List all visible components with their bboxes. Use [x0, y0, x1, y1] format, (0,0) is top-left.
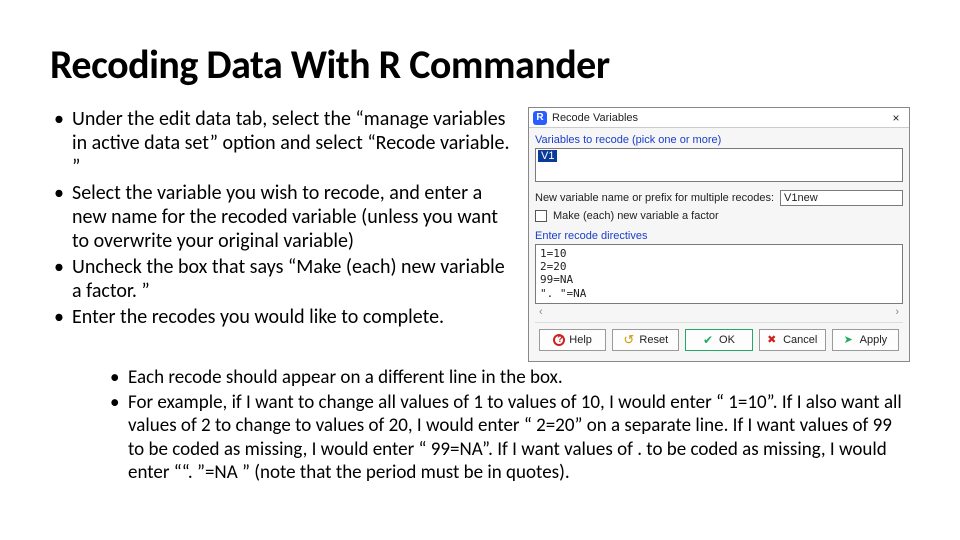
cancel-icon	[767, 334, 779, 346]
sub-bullets: Each recode should appear on a different…	[50, 366, 910, 484]
new-name-value: V1new	[784, 192, 818, 204]
selected-variable[interactable]: V1	[538, 150, 557, 162]
recode-dialog: R Recode Variables × Variables to recode…	[528, 107, 910, 362]
variables-listbox[interactable]: V1	[535, 148, 903, 182]
ok-icon	[703, 334, 715, 346]
dialog-title: Recode Variables	[552, 112, 638, 124]
r-logo-icon: R	[533, 111, 547, 125]
apply-icon	[844, 334, 856, 346]
scroll-left-icon[interactable]: ‹	[539, 306, 543, 318]
close-icon[interactable]: ×	[887, 111, 905, 125]
scroll-right-icon[interactable]: ›	[895, 306, 899, 318]
bullet-item: Under the edit data tab, select the “man…	[50, 107, 514, 179]
scrollbar[interactable]: ‹ ›	[535, 306, 903, 318]
new-name-field[interactable]: V1new	[780, 190, 903, 206]
main-bullets: Under the edit data tab, select the “man…	[50, 107, 514, 362]
help-icon	[553, 334, 565, 346]
ok-button[interactable]: OK	[685, 329, 752, 351]
apply-button-label: Apply	[860, 334, 888, 346]
reset-button[interactable]: Reset	[612, 329, 679, 351]
new-name-label: New variable name or prefix for multiple…	[535, 192, 774, 204]
help-button-label: Help	[569, 334, 592, 346]
bullet-item: Enter the recodes you would like to comp…	[50, 305, 514, 329]
slide-title: Recoding Data With R Commander	[50, 40, 910, 89]
reset-button-label: Reset	[639, 334, 668, 346]
reset-icon	[623, 334, 635, 346]
cancel-button-label: Cancel	[783, 334, 817, 346]
factor-checkbox[interactable]	[535, 210, 547, 222]
dialog-titlebar: R Recode Variables ×	[529, 108, 909, 128]
directives-label: Enter recode directives	[535, 230, 903, 242]
factor-label: Make (each) new variable a factor	[553, 210, 719, 222]
bullet-item: Uncheck the box that says “Make (each) n…	[50, 255, 514, 303]
help-button[interactable]: Help	[539, 329, 606, 351]
sub-bullet-item: Each recode should appear on a different…	[106, 366, 910, 389]
apply-button[interactable]: Apply	[832, 329, 899, 351]
cancel-button[interactable]: Cancel	[759, 329, 826, 351]
ok-button-label: OK	[719, 334, 735, 346]
bullet-item: Select the variable you wish to recode, …	[50, 181, 514, 253]
directives-textarea[interactable]: 1=10 2=20 99=NA ". "=NA	[535, 244, 903, 304]
sub-bullet-item: For example, if I want to change all val…	[106, 391, 910, 484]
variables-label: Variables to recode (pick one or more)	[535, 134, 903, 146]
